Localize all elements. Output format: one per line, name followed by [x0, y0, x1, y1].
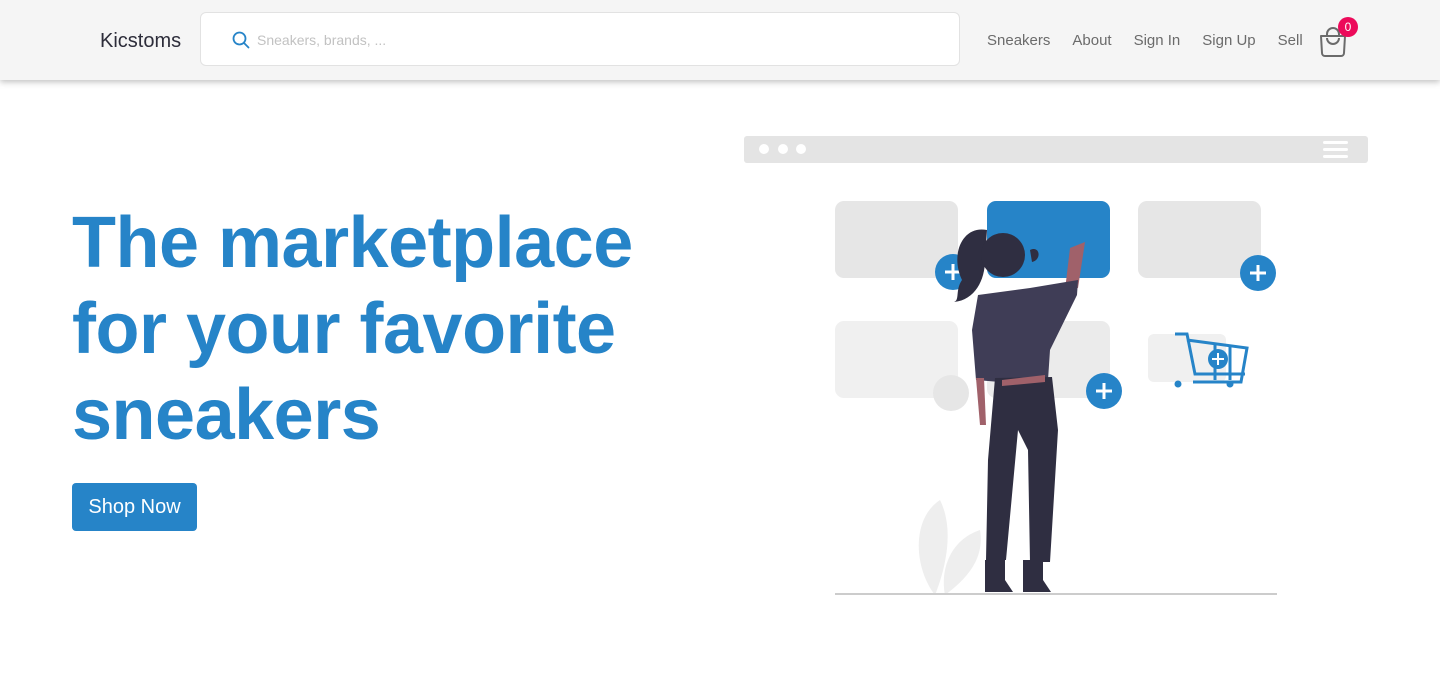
shop-now-button[interactable]: Shop Now: [72, 483, 197, 531]
nav-links: Sneakers About Sign In Sign Up Sell: [987, 32, 1325, 49]
nav-link-sign-in[interactable]: Sign In: [1134, 32, 1181, 49]
browser-bar: [744, 136, 1368, 163]
navbar: Kicstoms Sneakers About Sign In Sign Up …: [0, 0, 1440, 80]
plus-icon: [1086, 373, 1122, 409]
nav-link-sell[interactable]: Sell: [1278, 32, 1303, 49]
plant: [918, 500, 948, 595]
menu-icon: [1323, 141, 1348, 158]
window-dot-icon: [759, 144, 769, 154]
nav-link-about[interactable]: About: [1072, 32, 1111, 49]
search-icon: [232, 31, 250, 49]
hero-title: The marketplace for your favorite sneake…: [72, 203, 633, 455]
hero-illustration: [744, 136, 1368, 595]
search-bar[interactable]: [200, 12, 960, 66]
window-dot-icon: [778, 144, 788, 154]
plus-icon: [1240, 255, 1276, 291]
nav-link-sneakers[interactable]: Sneakers: [987, 32, 1050, 49]
window-dot-icon: [796, 144, 806, 154]
search-input[interactable]: [257, 25, 937, 55]
cart-count-badge: 0: [1338, 17, 1358, 37]
brand-logo[interactable]: Kicstoms: [100, 30, 181, 53]
nav-link-sign-up[interactable]: Sign Up: [1202, 32, 1255, 49]
